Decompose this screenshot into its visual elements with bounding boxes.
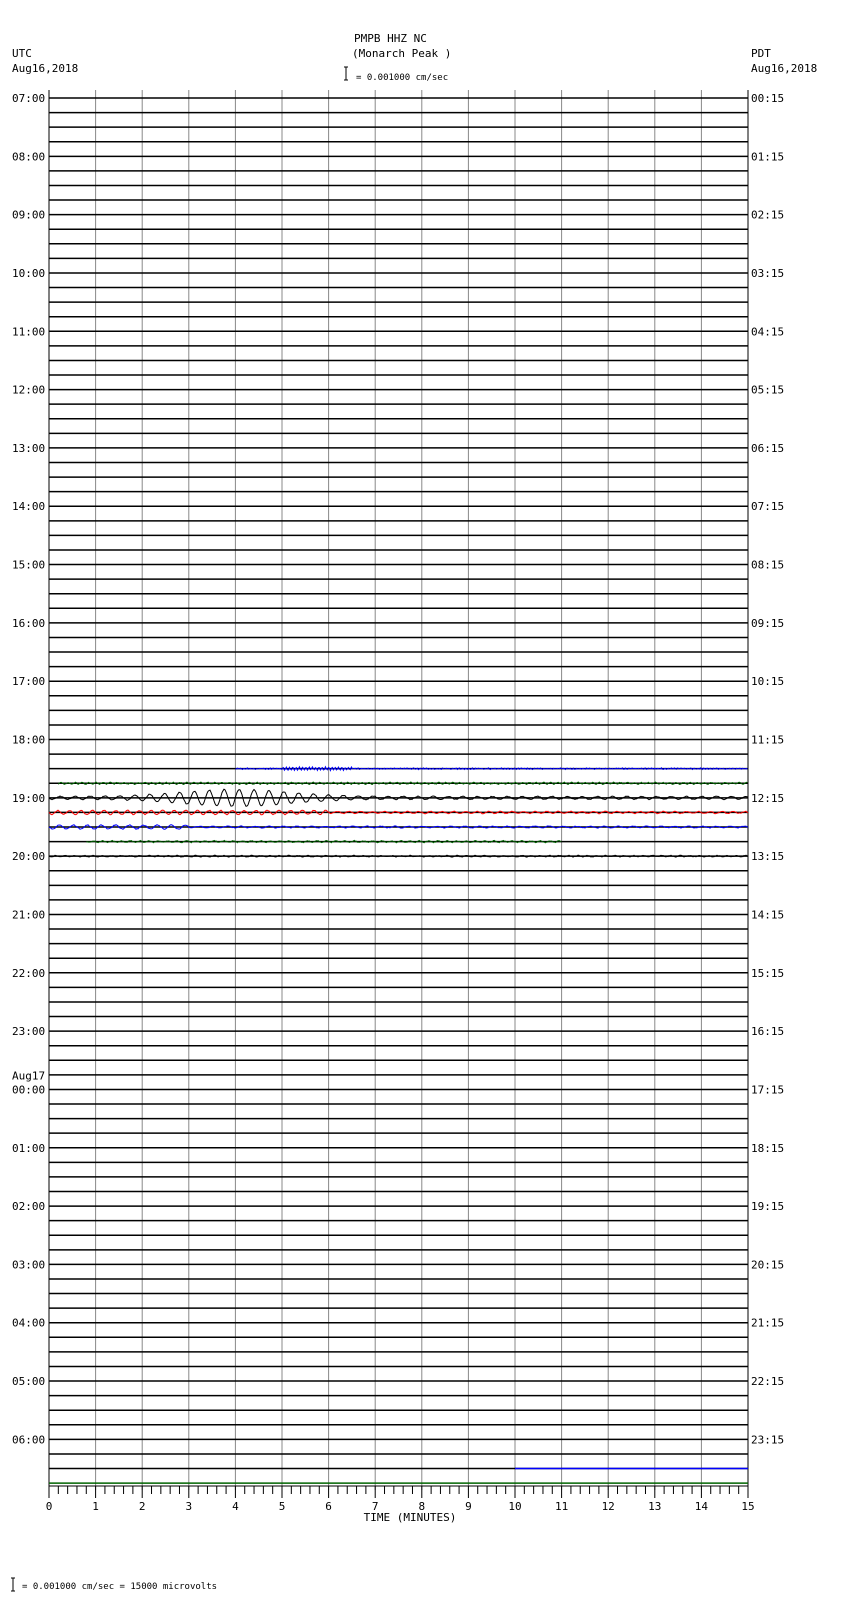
pdt-hour-label: 06:15 xyxy=(751,442,784,455)
pdt-hour-label: 02:15 xyxy=(751,209,784,222)
utc-hour-label: 23:00 xyxy=(12,1025,45,1038)
pdt-hour-label: 04:15 xyxy=(751,325,784,338)
utc-hour-label: 13:00 xyxy=(12,442,45,455)
x-tick-label: 4 xyxy=(232,1500,239,1513)
pdt-hour-label: 03:15 xyxy=(751,267,784,280)
utc-hour-label: 07:00 xyxy=(12,92,45,105)
utc-hour-label: 09:00 xyxy=(12,209,45,222)
utc-hour-label: 01:00 xyxy=(12,1142,45,1155)
x-tick-label: 14 xyxy=(695,1500,709,1513)
pdt-hour-label: 10:15 xyxy=(751,675,784,688)
x-tick-label: 3 xyxy=(185,1500,192,1513)
pdt-hour-label: 21:15 xyxy=(751,1317,784,1330)
x-tick-label: 13 xyxy=(648,1500,661,1513)
utc-hour-label: 08:00 xyxy=(12,150,45,163)
utc-hour-label: 16:00 xyxy=(12,617,45,630)
utc-hour-label: 18:00 xyxy=(12,734,45,747)
utc-hour-label: 04:00 xyxy=(12,1317,45,1330)
pdt-hour-label: 17:15 xyxy=(751,1083,784,1096)
utc-hour-label: 21:00 xyxy=(12,908,45,921)
right-date: Aug16,2018 xyxy=(751,62,817,75)
footer-scale-bar-icon xyxy=(11,1578,15,1591)
utc-hour-label: 00:00 xyxy=(12,1083,45,1096)
x-tick-label: 12 xyxy=(602,1500,615,1513)
pdt-hour-label: 22:15 xyxy=(751,1375,784,1388)
event-trace-1915 xyxy=(49,810,748,815)
footer-scale-label: = 0.001000 cm/sec = 15000 microvolts xyxy=(22,1582,217,1592)
pdt-hour-label: 01:15 xyxy=(751,150,784,163)
pdt-hour-label: 00:15 xyxy=(751,92,784,105)
pdt-hour-label: 14:15 xyxy=(751,908,784,921)
pdt-hour-label: 15:15 xyxy=(751,967,784,980)
event-trace-1930 xyxy=(49,825,748,830)
pdt-hour-label: 13:15 xyxy=(751,850,784,863)
x-axis-title: TIME (MINUTES) xyxy=(364,1511,457,1524)
pdt-hour-label: 12:15 xyxy=(751,792,784,805)
utc-hour-label: 11:00 xyxy=(12,325,45,338)
pdt-hour-label: 16:15 xyxy=(751,1025,784,1038)
x-tick-label: 0 xyxy=(46,1500,53,1513)
utc-hour-label: 22:00 xyxy=(12,967,45,980)
utc-hour-label: 14:00 xyxy=(12,500,45,513)
x-tick-label: 2 xyxy=(139,1500,146,1513)
left-timezone: UTC xyxy=(12,47,32,60)
pdt-hour-label: 20:15 xyxy=(751,1258,784,1271)
utc-hour-label: 12:00 xyxy=(12,384,45,397)
utc-hour-label: 15:00 xyxy=(12,559,45,572)
helicorder-plot: PMPB HHZ NC (Monarch Peak ) UTC Aug16,2018 P… xyxy=(0,0,850,1613)
utc-hour-label: 05:00 xyxy=(12,1375,45,1388)
x-tick-label: 1 xyxy=(92,1500,99,1513)
station-name: (Monarch Peak ) xyxy=(352,47,451,60)
pdt-hour-label: 11:15 xyxy=(751,734,784,747)
utc-hour-label: 10:00 xyxy=(12,267,45,280)
station-title: PMPB HHZ NC xyxy=(354,32,427,45)
x-tick-label: 15 xyxy=(741,1500,754,1513)
x-tick-label: 6 xyxy=(325,1500,332,1513)
pdt-hour-label: 07:15 xyxy=(751,500,784,513)
pdt-hour-label: 19:15 xyxy=(751,1200,784,1213)
scale-bar-icon xyxy=(344,67,348,80)
x-tick-label: 11 xyxy=(555,1500,568,1513)
utc-hour-label: 20:00 xyxy=(12,850,45,863)
scale-label: = 0.001000 cm/sec xyxy=(356,73,448,83)
utc-hour-label: 03:00 xyxy=(12,1258,45,1271)
utc-hour-label: 06:00 xyxy=(12,1433,45,1446)
pdt-hour-label: 09:15 xyxy=(751,617,784,630)
utc-hour-label: 17:00 xyxy=(12,675,45,688)
x-tick-label: 5 xyxy=(279,1500,286,1513)
right-timezone: PDT xyxy=(751,47,771,60)
left-date: Aug16,2018 xyxy=(12,62,78,75)
utc-hour-label: 19:00 xyxy=(12,792,45,805)
pdt-hour-label: 05:15 xyxy=(751,384,784,397)
x-tick-label: 10 xyxy=(508,1500,521,1513)
pdt-hour-label: 18:15 xyxy=(751,1142,784,1155)
pdt-hour-label: 08:15 xyxy=(751,559,784,572)
utc-hour-label: 02:00 xyxy=(12,1200,45,1213)
x-tick-label: 9 xyxy=(465,1500,472,1513)
date-change-label: Aug17 xyxy=(12,1069,45,1082)
pdt-hour-label: 23:15 xyxy=(751,1433,784,1446)
